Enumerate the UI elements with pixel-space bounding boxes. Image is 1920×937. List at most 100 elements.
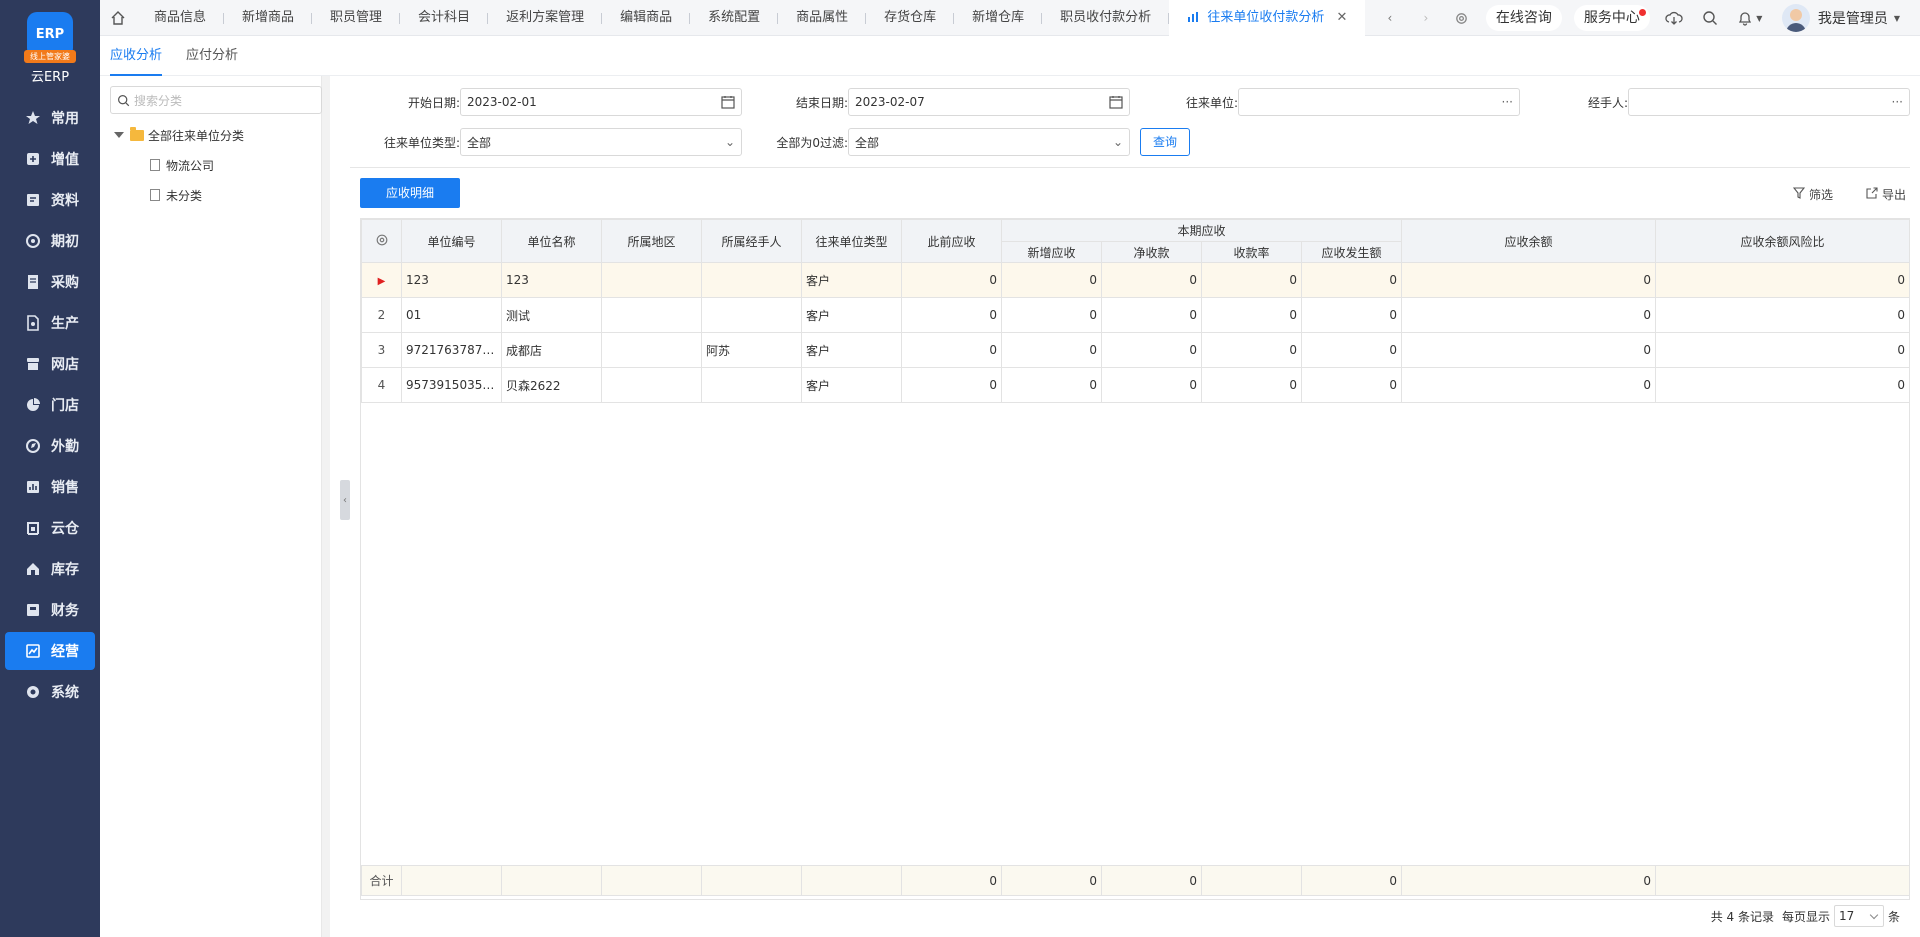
unit-field[interactable]: ··· [1238,88,1520,116]
tab-5[interactable]: 编辑商品 [602,0,691,36]
online-consult-button[interactable]: 在线咨询 [1485,5,1562,31]
tab-8[interactable]: 存货仓库 [866,0,955,36]
tab-settings-button[interactable] [1444,0,1480,36]
table-row[interactable]: 4 95739150354... 贝森2622 客户 0 0 0 0 0 0 0 [361,367,1911,403]
end-date-field[interactable]: 2023-02-07 [848,88,1130,116]
header-occur[interactable]: 应收发生额 [1300,241,1403,263]
tab-9[interactable]: 新增仓库 [954,0,1043,36]
header-rate[interactable]: 收款率 [1201,241,1302,263]
tab-4[interactable]: 返利方案管理 [488,0,603,36]
tree-node-logistics[interactable]: 物流公司 [100,150,321,180]
tab-3[interactable]: 会计科目 [400,0,489,36]
caret-down-icon[interactable] [114,132,124,138]
start-date-field[interactable]: 2023-02-01 [460,88,742,116]
sidebar-item-7[interactable]: 门店 [5,386,95,424]
sidebar-item-0[interactable]: 常用 [5,99,95,137]
tab-active[interactable]: 往来单位收付款分析 ✕ [1169,0,1366,36]
export-icon [1866,187,1878,202]
header-net[interactable]: 净收款 [1101,241,1202,263]
sidebar-item-6[interactable]: 网店 [5,345,95,383]
service-center-button[interactable]: 服务中心 [1573,5,1650,31]
header-handler[interactable]: 所属经手人 [701,219,802,263]
sidebar-item-13[interactable]: 经营 [5,632,95,670]
sidebar-item-12[interactable]: 财务 [5,591,95,629]
sidebar-item-11[interactable]: 库存 [5,550,95,588]
tab-1[interactable]: 新增商品 [224,0,313,36]
calendar-icon[interactable] [1109,95,1123,109]
column-settings-button[interactable] [361,219,402,263]
calendar-icon[interactable] [721,95,735,109]
analysis-subtabs: 应收分析 应付分析 [100,36,1920,76]
header-prev[interactable]: 此前应收 [901,219,1002,263]
close-icon[interactable]: ✕ [1336,10,1347,25]
table-row[interactable]: 3 97217637870... 成都店 阿苏 客户 0 0 0 0 0 0 0 [361,332,1911,368]
handler-field[interactable]: ··· [1628,88,1910,116]
notification-button[interactable]: ▼ [1728,0,1772,36]
gear-icon [376,234,387,245]
total-occur: 0 [1301,865,1402,896]
table-total-row: 合计 0 0 0 0 0 [361,865,1910,896]
tab-0[interactable]: 商品信息 [136,0,225,36]
sidebar-item-9[interactable]: 销售 [5,468,95,506]
tree-root-label: 全部往来单位分类 [148,128,245,143]
tree-scrollbar[interactable] [322,76,330,937]
cell-prev: 0 [901,332,1002,368]
tree-search-input[interactable]: 搜索分类 [110,86,322,114]
pagination: 共 4 条记录 每页显示 17 条 [1711,905,1900,927]
tab-10[interactable]: 职员收付款分析 [1042,0,1170,36]
export-button[interactable]: 导出 [1866,186,1906,203]
header-risk[interactable]: 应收余额风险比 [1655,219,1911,263]
table-row[interactable]: ▶ 123 123 客户 0 0 0 0 0 0 0 [361,262,1911,298]
sidebar-item-1[interactable]: 增值 [5,140,95,178]
sidebar-item-8[interactable]: 外勤 [5,427,95,465]
home-button[interactable] [100,10,136,26]
cloud-download-button[interactable] [1656,0,1692,36]
tab-receivable-analysis[interactable]: 应收分析 [110,36,163,76]
unit-type-select[interactable]: 全部 ⌄ [460,128,742,156]
tab-7[interactable]: 商品属性 [778,0,867,36]
sidebar-item-2[interactable]: 资料 [5,181,95,219]
plus-square-icon [25,151,41,167]
filter-button[interactable]: 筛选 [1792,186,1833,203]
sidebar-item-4[interactable]: 采购 [5,263,95,301]
cell-risk: 0 [1655,297,1911,333]
header-name[interactable]: 单位名称 [501,219,602,263]
more-icon[interactable]: ··· [1502,95,1513,109]
search-icon [1703,11,1717,25]
more-icon[interactable]: ··· [1892,95,1903,109]
query-button[interactable]: 查询 [1140,128,1191,156]
table-row[interactable]: 2 01 测试 客户 0 0 0 0 0 0 0 [361,297,1911,333]
sidebar-item-label: 库存 [51,562,79,578]
header-region[interactable]: 所属地区 [601,219,702,263]
tree-node-uncategorized[interactable]: 未分类 [100,180,321,210]
cell-prev: 0 [901,297,1002,333]
total-label: 合计 [361,865,402,896]
sidebar-item-14[interactable]: 系统 [5,673,95,711]
tree-node-label: 未分类 [166,188,203,203]
header-balance[interactable]: 应收余额 [1401,219,1657,263]
collapse-tree-button[interactable]: ‹ [340,480,350,520]
per-page-select[interactable]: 17 [1833,905,1884,927]
tab-6[interactable]: 系统配置 [690,0,779,36]
header-new[interactable]: 新增应收 [1001,241,1102,263]
tab-payable-analysis[interactable]: 应付分析 [186,36,238,76]
zero-filter-select[interactable]: 全部 ⌄ [848,128,1130,156]
tree-root-node[interactable]: 全部往来单位分类 [100,120,321,150]
header-code[interactable]: 单位编号 [401,219,502,263]
app-logo[interactable]: ERP 线上管家婆 [24,11,76,63]
search-button[interactable] [1692,0,1728,36]
sidebar-item-10[interactable]: 云仓 [5,509,95,547]
header-type[interactable]: 往来单位类型 [801,219,902,263]
tabs-next-button[interactable]: › [1408,0,1444,36]
sidebar-item-5[interactable]: 生产 [5,304,95,342]
sidebar-item-label: 增值 [51,152,79,168]
tabs-prev-button[interactable]: ‹ [1372,0,1408,36]
sidebar-item-3[interactable]: 期初 [5,222,95,260]
cell-rate: 0 [1201,367,1302,403]
home-icon [111,10,125,25]
receivable-detail-button[interactable]: 应收明细 [360,178,460,208]
header-period-group: 本期应收 [1000,219,1403,242]
user-menu[interactable]: 我是管理员 ▼ [1781,4,1900,32]
tab-2[interactable]: 职员管理 [312,0,401,36]
service-center-label: 服务中心 [1583,10,1640,26]
